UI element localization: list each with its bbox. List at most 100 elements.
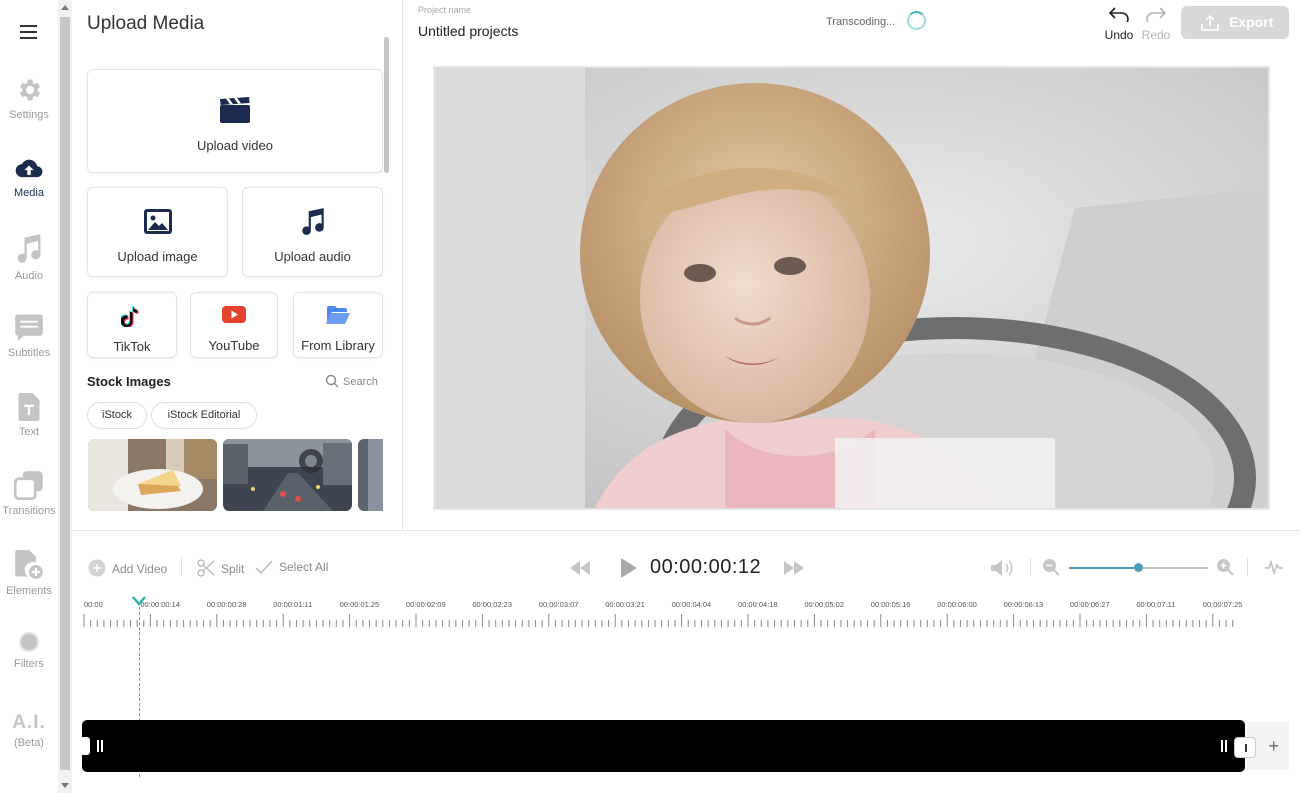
timecode-display: 00:00:00:12: [650, 556, 762, 578]
undo-button[interactable]: Undo: [1101, 6, 1137, 42]
stock-image-partial[interactable]: [358, 439, 383, 511]
fast-forward-icon[interactable]: [783, 560, 805, 576]
ruler-time-label: 00:00:06:27: [1070, 600, 1110, 609]
export-button[interactable]: Export: [1181, 6, 1289, 39]
from-library-button[interactable]: From Library: [293, 292, 383, 358]
media-panel: Upload Media Upload video Upload image U…: [72, 0, 403, 530]
zoom-out-icon[interactable]: [1042, 558, 1060, 576]
cheesecake-image: [88, 439, 217, 511]
ruler-time-label: 00:00:02:09: [406, 600, 446, 609]
video-preview[interactable]: [433, 66, 1270, 510]
clip-trim-left-handle[interactable]: [80, 737, 90, 755]
panel-title: Upload Media: [87, 13, 205, 34]
nav-item-audio[interactable]: Audio: [0, 233, 58, 293]
rewind-icon[interactable]: [569, 560, 591, 576]
nav-item-filters[interactable]: Filters: [0, 631, 58, 691]
upload-video-label: Upload video: [197, 138, 273, 153]
ruler-time-label: 00:00:01:11: [273, 600, 313, 609]
ruler-time-label: 00:00:00:14: [140, 600, 181, 609]
ruler-ticks: [83, 614, 1234, 627]
upload-image-button[interactable]: Upload image: [87, 187, 228, 277]
stock-images-title: Stock Images: [87, 374, 171, 389]
tiktok-import-button[interactable]: TikTok: [87, 292, 177, 358]
loading-spinner-icon: [907, 11, 926, 30]
zoom-in-icon[interactable]: [1216, 558, 1234, 576]
nav-scrollbar[interactable]: [58, 0, 72, 793]
chip-istock-editorial[interactable]: iStock Editorial: [151, 402, 257, 429]
select-all-label: Select All: [279, 560, 329, 574]
redo-label: Redo: [1141, 28, 1171, 42]
video-track-clip[interactable]: [80, 720, 1245, 772]
ruler-time-label: 00:00:07:25: [1202, 600, 1243, 609]
playhead-handle-icon[interactable]: [132, 596, 146, 606]
ruler-time-label: 00:00:05:16: [870, 600, 911, 609]
stock-image-cheesecake[interactable]: [88, 439, 217, 511]
upload-video-button[interactable]: Upload video: [87, 69, 383, 173]
tiktok-icon: [119, 304, 139, 329]
clip-grip-right-icon[interactable]: [1221, 740, 1227, 752]
youtube-label: YouTube: [208, 338, 260, 353]
nav-label: Subtitles: [7, 347, 51, 359]
ruler-time-label: 00:00:00:28: [206, 600, 247, 609]
split-label: Split: [221, 562, 245, 576]
upload-audio-label: Upload audio: [274, 249, 351, 264]
scissors-icon: [197, 559, 215, 577]
undo-label: Undo: [1104, 28, 1134, 42]
upload-image-label: Upload image: [117, 249, 198, 264]
volume-icon[interactable]: [990, 558, 1016, 578]
transcoding-status: Transcoding...: [826, 16, 896, 28]
timeline-ruler[interactable]: 00:00 00:00:00:14 00:00:00:28 00:00:01:11 00…: [0, 595, 1300, 635]
upload-audio-button[interactable]: Upload audio: [242, 187, 383, 277]
cloud-upload-icon: [15, 159, 43, 178]
checkmark-icon: [255, 560, 273, 575]
add-video-button[interactable]: Add Video: [88, 559, 167, 577]
scroll-up-arrow-icon[interactable]: [61, 5, 69, 10]
ai-icon: A.I.: [12, 712, 46, 733]
youtube-icon: [222, 306, 246, 323]
nav-label: Audio: [14, 270, 44, 282]
music-note-icon: [17, 234, 41, 263]
ruler-time-label: 00:00:04:04: [671, 600, 712, 609]
ruler-time-label: 00:00:02:23: [472, 600, 513, 609]
ruler-time-label: 00:00:03:21: [605, 600, 645, 609]
undo-icon: [1108, 7, 1129, 26]
nav-item-ai[interactable]: A.I. (Beta): [0, 712, 58, 772]
ruler-time-label: 00:00:03:07: [538, 600, 579, 609]
waveform-icon[interactable]: [1264, 559, 1284, 575]
play-icon[interactable]: [619, 557, 638, 579]
nav-item-transitions[interactable]: Transitions: [0, 470, 58, 530]
select-all-button[interactable]: Select All: [255, 559, 328, 575]
chip-istock[interactable]: iStock: [87, 402, 147, 429]
stock-image-city-street[interactable]: [223, 439, 352, 511]
youtube-import-button[interactable]: YouTube: [190, 292, 278, 358]
ruler-time-label: 00:00:06:00: [937, 600, 977, 609]
clip-grip-left-icon[interactable]: [97, 740, 103, 752]
nav-item-settings[interactable]: Settings: [0, 76, 58, 136]
search-label: Search: [343, 376, 378, 388]
zoom-slider[interactable]: [1069, 563, 1208, 572]
clip-trim-right-handle[interactable]: [1234, 737, 1256, 758]
nav-item-subtitles[interactable]: Subtitles: [0, 312, 58, 372]
tiktok-label: TikTok: [113, 339, 151, 354]
toolbar-divider: [1030, 558, 1031, 576]
hamburger-menu-icon[interactable]: [20, 25, 37, 39]
nav-item-media[interactable]: Media: [0, 156, 58, 216]
split-button[interactable]: Split: [197, 559, 244, 577]
scrollbar-thumb[interactable]: [60, 17, 70, 770]
from-library-label: From Library: [301, 338, 375, 353]
zoom-slider-handle[interactable]: [1134, 563, 1143, 572]
nav-label: Transitions: [2, 505, 56, 517]
redo-icon: [1146, 7, 1167, 26]
stock-search-button[interactable]: Search: [325, 374, 378, 388]
scroll-down-arrow-icon[interactable]: [61, 783, 69, 788]
redo-button[interactable]: Redo: [1138, 6, 1174, 42]
nav-item-text[interactable]: Text: [0, 393, 58, 453]
music-note-icon: [301, 208, 324, 235]
partial-image: [358, 439, 383, 511]
timeline-separator: [72, 530, 1300, 531]
toolbar-divider: [1247, 558, 1248, 576]
project-name-field[interactable]: Untitled projects: [418, 23, 518, 39]
text-document-icon: [18, 393, 40, 421]
panel-scrollbar[interactable]: [384, 37, 389, 173]
transitions-icon: [14, 471, 43, 500]
